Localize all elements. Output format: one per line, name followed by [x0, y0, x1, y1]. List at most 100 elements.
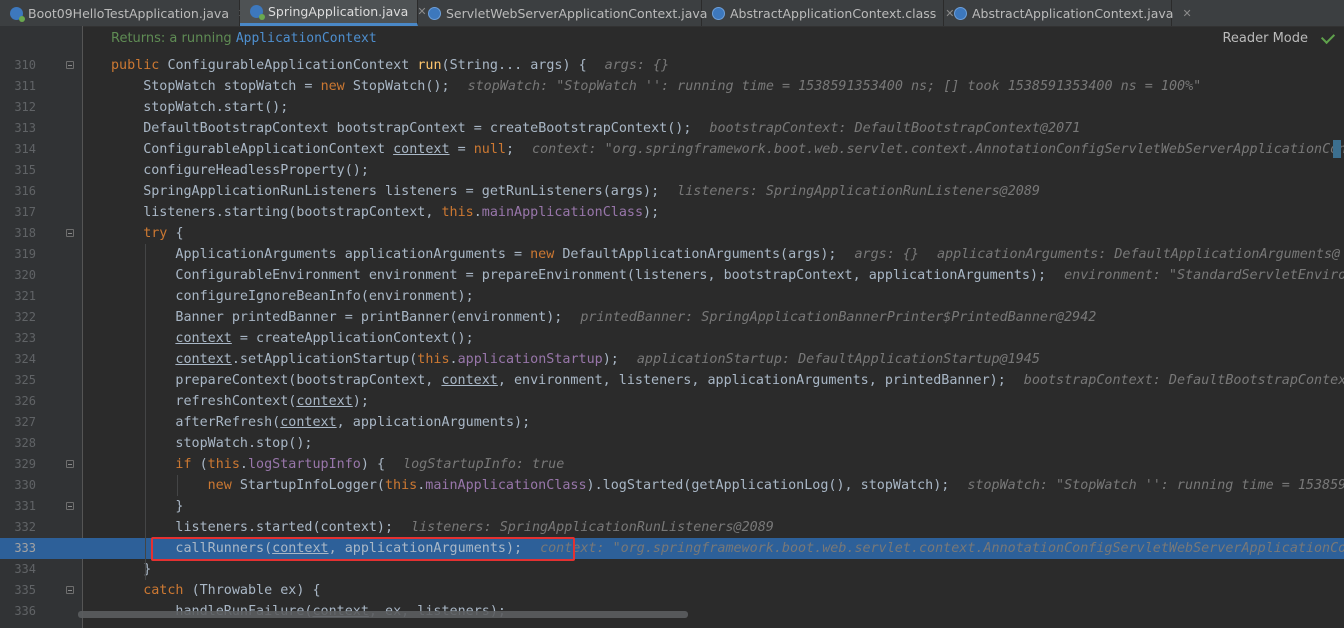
code-token: refreshContext(	[175, 394, 297, 409]
line-number[interactable]: 330	[0, 475, 36, 496]
tab-0[interactable]: Boot09HelloTestApplication.java✕	[0, 0, 247, 26]
line-number[interactable]: 311	[0, 76, 36, 97]
code-line[interactable]: 311 StopWatch stopWatch = new StopWatch()…	[0, 76, 1344, 97]
code-text: SpringApplicationRunListeners listeners …	[143, 181, 1040, 202]
code-line[interactable]: 322 Banner printedBanner = printBanner(en…	[0, 307, 1344, 328]
line-number[interactable]: 317	[0, 202, 36, 223]
code-token: context	[296, 394, 353, 409]
line-number[interactable]: 329	[0, 454, 36, 475]
code-token: (	[199, 457, 208, 472]
code-line[interactable]: 313 DefaultBootstrapContext bootstrapCont…	[0, 118, 1344, 139]
doc-link[interactable]: ApplicationContext	[236, 31, 377, 46]
line-number[interactable]: 319	[0, 244, 36, 265]
fold-icon[interactable]	[66, 586, 74, 594]
code-token: ) {	[360, 457, 386, 472]
code-token: null	[473, 142, 506, 157]
tab-1[interactable]: SpringApplication.java ✕	[240, 0, 427, 26]
code-token: configureHeadlessProperty();	[143, 163, 369, 178]
code-line[interactable]: 327 afterRefresh(context, applicationArgu…	[0, 412, 1344, 433]
line-number[interactable]: 312	[0, 97, 36, 118]
code-line[interactable]: 328 stopWatch.stop();	[0, 433, 1344, 454]
line-number[interactable]: 333	[0, 538, 36, 559]
code-token: ConfigurableApplicationContext	[143, 142, 394, 157]
debug-value-hint: args: {}	[604, 58, 670, 73]
code-token: if	[175, 457, 200, 472]
line-number[interactable]: 320	[0, 265, 36, 286]
code-line[interactable]: 317 listeners.starting(bootstrapContext, …	[0, 202, 1344, 223]
line-number[interactable]: 335	[0, 580, 36, 601]
tab-label: Boot09HelloTestApplication.java	[28, 5, 229, 21]
indent-guide	[145, 244, 147, 580]
code-line[interactable]: 329 if (this.logStartupInfo) {logStartupI…	[0, 454, 1344, 475]
code-token: , applicationArguments);	[336, 415, 531, 430]
line-number[interactable]: 331	[0, 496, 36, 517]
code-line[interactable]: 319 ApplicationArguments applicationArgum…	[0, 244, 1344, 265]
line-number[interactable]: 322	[0, 307, 36, 328]
code-line[interactable]: 314 ConfigurableApplicationContext contex…	[0, 139, 1344, 160]
fold-icon[interactable]	[66, 502, 74, 510]
line-number[interactable]: 318	[0, 223, 36, 244]
code-token: this	[441, 205, 474, 220]
code-token: try	[143, 226, 176, 241]
horizontal-scrollbar[interactable]	[78, 611, 688, 618]
tab-2[interactable]: ServletWebServerApplicationContext.java✕	[418, 0, 726, 26]
code-line[interactable]: 325 prepareContext(bootstrapContext, cont…	[0, 370, 1344, 391]
line-number[interactable]: 323	[0, 328, 36, 349]
code-line[interactable]: 323 context = createApplicationContext();	[0, 328, 1344, 349]
line-number[interactable]: 310	[0, 55, 36, 76]
indent-guide	[177, 475, 179, 496]
code-token: new	[320, 79, 353, 94]
code-line[interactable]: 324 context.setApplicationStartup(this.ap…	[0, 349, 1344, 370]
line-number[interactable]: 315	[0, 160, 36, 181]
code-token: SpringApplicationRunListeners listeners …	[143, 184, 660, 199]
debug-value-hint: environment: "StandardServletEnviron	[1064, 268, 1344, 283]
code-token: new	[207, 478, 240, 493]
code-text: Banner printedBanner = printBanner(envir…	[175, 307, 1096, 328]
code-line[interactable]: 334}	[0, 559, 1344, 580]
code-token: ConfigurableEnvironment environment = pr…	[175, 268, 1047, 283]
code-line[interactable]: 332 listeners.started(context); listeners:…	[0, 517, 1344, 538]
line-number[interactable]: 328	[0, 433, 36, 454]
line-number[interactable]: 313	[0, 118, 36, 139]
line-number[interactable]: 324	[0, 349, 36, 370]
code-token: context	[393, 142, 450, 157]
line-number[interactable]: 326	[0, 391, 36, 412]
fold-icon[interactable]	[66, 229, 74, 237]
tab-3[interactable]: AbstractApplicationContext.class ✕	[702, 0, 955, 26]
code-token: new	[530, 247, 563, 262]
code-token: context	[280, 415, 337, 430]
code-token: stopWatch.start();	[143, 100, 289, 115]
code-line[interactable]: 321 configureIgnoreBeanInfo(environment);	[0, 286, 1344, 307]
line-number[interactable]: 327	[0, 412, 36, 433]
line-number[interactable]: 336	[0, 601, 36, 622]
code-line[interactable]: 315 configureHeadlessProperty();	[0, 160, 1344, 181]
tab-4[interactable]: AbstractApplicationContext.java ✕	[944, 0, 1192, 26]
code-line[interactable]: 331}	[0, 496, 1344, 517]
code-text: listeners.started(context); listeners: Sp…	[175, 517, 773, 538]
line-number[interactable]: 332	[0, 517, 36, 538]
line-number[interactable]: 334	[0, 559, 36, 580]
code-token: this	[384, 478, 418, 493]
close-icon[interactable]: ✕	[1182, 7, 1191, 20]
fold-icon[interactable]	[66, 61, 74, 69]
line-number[interactable]: 321	[0, 286, 36, 307]
code-line[interactable]: 316 SpringApplicationRunListeners listene…	[0, 181, 1344, 202]
code-text: DefaultBootstrapContext bootstrapContext…	[143, 118, 1080, 139]
code-line[interactable]: 312 stopWatch.start();	[0, 97, 1344, 118]
debug-value-hint: listeners: SpringApplicationRunListeners…	[677, 184, 1040, 199]
code-line[interactable]: 330 new StartupInfoLogger(this.mainApplic…	[0, 475, 1344, 496]
code-line[interactable]: 310 public ConfigurableApplicationContext…	[0, 55, 1344, 76]
line-number[interactable]: 325	[0, 370, 36, 391]
code-line[interactable]: 335 catch (Throwable ex) {	[0, 580, 1344, 601]
code-line[interactable]: 318 try {	[0, 223, 1344, 244]
reader-mode-button[interactable]: Reader Mode	[1222, 26, 1308, 52]
line-number[interactable]: 314	[0, 139, 36, 160]
code-text: configureHeadlessProperty();	[143, 160, 369, 181]
code-line[interactable]: 320 ConfigurableEnvironment environment =…	[0, 265, 1344, 286]
line-number[interactable]: 316	[0, 181, 36, 202]
fold-icon[interactable]	[66, 460, 74, 468]
annotation-highlight-box	[151, 537, 575, 561]
code-line[interactable]: 326 refreshContext(context);	[0, 391, 1344, 412]
inspection-ok-icon[interactable]	[1320, 29, 1336, 45]
code-token: (Throwable ex) {	[191, 583, 321, 598]
